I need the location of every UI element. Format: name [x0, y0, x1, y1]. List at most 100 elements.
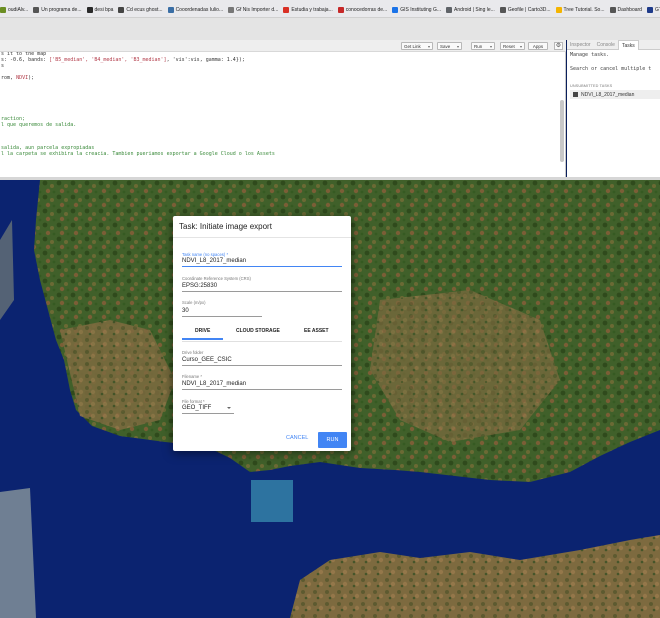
favicon-icon: [118, 7, 125, 13]
code-token: l que queremos de salida.: [1, 121, 77, 128]
tab-inspector[interactable]: Inspector: [567, 40, 594, 50]
task-row-name: NDVI_L8_2017_median: [581, 91, 635, 98]
save-label: Save: [440, 43, 451, 49]
file-format-select[interactable]: GEO_TIFF: [182, 405, 211, 411]
dialog-title: Task: Initiate image export: [179, 222, 272, 231]
bookmark-item[interactable]: GIS Instituting G...: [392, 4, 441, 16]
favicon-icon: [392, 7, 399, 13]
bookmark-item[interactable]: Gf Nis Importer d...: [228, 4, 278, 16]
favicon-icon: [0, 7, 6, 13]
bookmark-label: oudiAlv...: [8, 7, 29, 13]
apps-label: Apps: [532, 43, 544, 49]
unsubmitted-heading: UNSUBMITTED TASKS: [570, 84, 613, 88]
scale-label: Scale (m/px): [182, 300, 206, 305]
bookmark-label: GTS File 20 kt: [654, 7, 660, 13]
get-link-button[interactable]: Get Link ▾: [401, 42, 433, 50]
code-text[interactable]: s it to the map s: -0.6, bands: ['B5_medi…: [0, 52, 566, 178]
run-export-button[interactable]: RUN: [318, 432, 347, 448]
bookmark-item[interactable]: Cd ecus ghost...: [118, 4, 163, 16]
bookmark-item[interactable]: Cooordenadas Iulio...: [167, 4, 223, 16]
code-token: ['B5_median', 'B4_median', 'B3_median']: [49, 56, 167, 63]
bookmark-label: desi bpa: [94, 7, 114, 13]
favicon-icon: [228, 7, 235, 13]
chevron-down-icon[interactable]: [227, 407, 231, 409]
favicon-icon: [446, 7, 453, 13]
reset-label: Reset: [503, 43, 515, 49]
bookmark-label: GIS Instituting G...: [400, 7, 442, 13]
drive-folder-input[interactable]: Curso_GEE_CSIC: [182, 357, 232, 363]
task-name-label: Task name (no spaces) *: [182, 252, 229, 257]
bookmark-label: Geofile | Carto3D...: [507, 7, 551, 13]
code-line[interactable]: l la carpeta se exhibira la creacia. Tam…: [1, 151, 566, 158]
export-region-rect[interactable]: [251, 480, 293, 522]
scale-input[interactable]: 30: [182, 308, 189, 314]
favicon-icon: [167, 7, 174, 13]
bookmark-item[interactable]: Geofile | Carto3D...: [499, 4, 551, 16]
code-token: );: [28, 74, 35, 81]
tab-ee-asset[interactable]: EE ASSET: [304, 328, 329, 334]
bookmark-label: Cd ecus ghost...: [126, 7, 163, 13]
drive-folder-underline: [182, 365, 342, 366]
destination-tabs: DRIVE CLOUD STORAGE EE ASSET: [182, 319, 342, 341]
task-name-underline: [182, 266, 342, 268]
bookmark-label: conocedorras de...: [345, 7, 388, 13]
reset-button[interactable]: Reset ▾: [500, 42, 525, 50]
bookmark-list: oudiAlv... Un programa de... desi bpa Cd ec…: [0, 3, 660, 17]
editor-toolbar: Get Link ▾ Save ▾ Run ▾ Reset ▾ Apps ⚙: [0, 40, 566, 52]
export-dialog: Task: Initiate image export Task name (n…: [173, 216, 351, 451]
apps-button[interactable]: Apps: [528, 42, 548, 50]
bookmark-item[interactable]: desi bpa: [86, 4, 114, 16]
gear-icon[interactable]: ⚙: [554, 42, 563, 50]
editor-scrollbar[interactable]: [560, 100, 564, 162]
chevron-down-icon[interactable]: ▾: [457, 44, 459, 49]
scale-underline: [182, 316, 262, 317]
task-name-input[interactable]: NDVI_L8_2017_median: [182, 258, 246, 264]
manage-tasks-text: Manage tasks.: [570, 52, 610, 58]
tabs-baseline: [182, 341, 342, 342]
crs-underline: [182, 291, 342, 292]
task-row[interactable]: NDVI_L8_2017_median: [570, 90, 660, 99]
code-token: , 'vis':vis, gamma: 1.4});: [166, 56, 245, 63]
bookmark-item[interactable]: conocedorras de...: [337, 4, 388, 16]
bookmark-item[interactable]: GTS File 20 kt: [646, 4, 660, 16]
tab-cloud-storage[interactable]: CLOUD STORAGE: [236, 328, 280, 334]
favicon-icon: [86, 7, 93, 13]
crs-label: Coordinate Reference System (CRS): [182, 276, 251, 281]
favicon-icon: [499, 7, 506, 13]
panel-tabs: Inspector Console Tasks: [567, 40, 660, 50]
bookmark-label: Un programa de...: [41, 7, 82, 13]
bookmark-label: Android | Sing le...: [454, 7, 495, 13]
filename-underline: [182, 389, 342, 390]
run-button[interactable]: Run ▾: [471, 42, 495, 50]
chevron-down-icon[interactable]: ▾: [520, 44, 522, 49]
bookmark-item[interactable]: Android | Sing le...: [446, 4, 495, 16]
search-cancel-text: Search or cancel multiple t: [570, 66, 652, 72]
browser-gap: [0, 18, 660, 40]
chevron-down-icon[interactable]: ▾: [428, 44, 430, 49]
divider: [173, 237, 351, 238]
filename-input[interactable]: NDVI_L8_2017_median: [182, 381, 246, 387]
favicon-icon: [283, 7, 290, 13]
bookmark-label: Estudia y trabaja...: [291, 7, 333, 13]
tab-console[interactable]: Console: [594, 40, 618, 50]
crs-input[interactable]: EPSG:25830: [182, 283, 217, 289]
bookmark-label: Tree Tutorial. So...: [563, 7, 605, 13]
favicon-icon: [609, 7, 616, 13]
bookmark-item[interactable]: oudiAlv...: [0, 4, 28, 16]
cancel-button[interactable]: CANCEL: [286, 435, 308, 441]
tab-drive[interactable]: DRIVE: [195, 328, 210, 334]
bookmark-label: Dashboard: [617, 7, 642, 13]
get-link-label: Get Link: [404, 43, 421, 49]
bookmark-item[interactable]: Un programa de...: [33, 4, 82, 16]
code-editor[interactable]: Get Link ▾ Save ▾ Run ▾ Reset ▾ Apps ⚙ s it …: [0, 40, 566, 178]
tab-tasks[interactable]: Tasks: [617, 40, 639, 50]
filename-label: Filename *: [182, 374, 203, 379]
bookmark-item[interactable]: Estudia y trabaja...: [283, 4, 333, 16]
chevron-down-icon[interactable]: ▾: [490, 44, 492, 49]
save-button[interactable]: Save ▾: [437, 42, 462, 50]
image-icon: [573, 92, 578, 97]
bookmark-item[interactable]: Tree Tutorial. So...: [555, 4, 605, 16]
bookmark-item[interactable]: Dashboard: [609, 4, 642, 16]
active-tab-indicator: [182, 338, 223, 340]
right-panel: Inspector Console Tasks Manage tasks. Se…: [567, 40, 660, 178]
